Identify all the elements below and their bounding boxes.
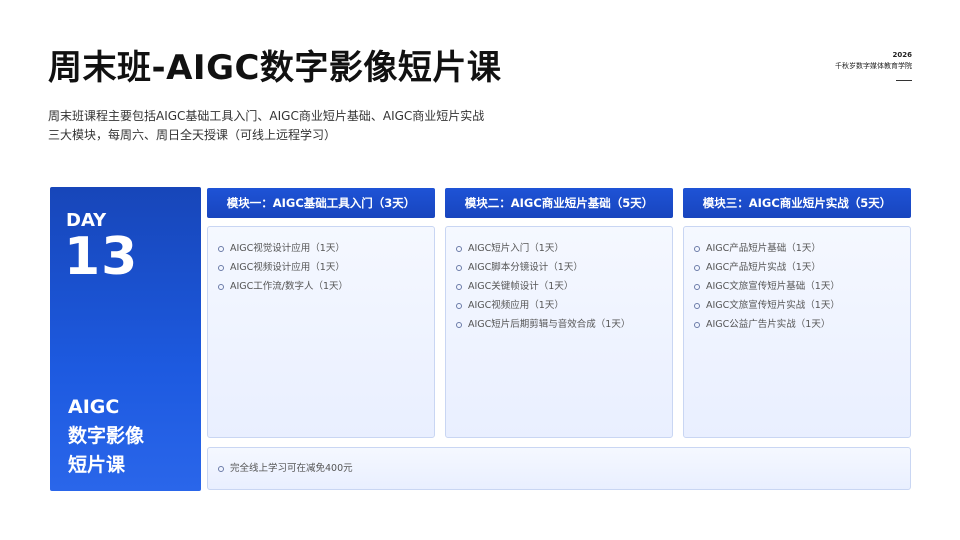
list-item-text: AIGC产品短片基础（1天） bbox=[706, 243, 821, 254]
brand-divider bbox=[896, 80, 912, 81]
module-1-list: AIGC视觉设计应用（1天） AIGC视频设计应用（1天） AIGC工作流/数字… bbox=[207, 226, 435, 438]
brand-name: 千秋岁数字媒体教育学院 bbox=[835, 62, 912, 70]
bullet-icon bbox=[218, 465, 224, 472]
list-item-text: AIGC产品短片实战（1天） bbox=[706, 262, 821, 273]
list-item-text: AIGC视频设计应用（1天） bbox=[230, 262, 345, 273]
list-item: AIGC短片后期剪辑与音效合成（1天） bbox=[456, 315, 662, 334]
bullet-icon bbox=[694, 321, 700, 328]
bullet-icon bbox=[218, 283, 224, 290]
list-item-text: AIGC文旅宣传短片基础（1天） bbox=[706, 281, 840, 292]
list-item-text: AIGC公益广告片实战（1天） bbox=[706, 319, 831, 330]
bullet-icon bbox=[456, 302, 462, 309]
bullet-icon bbox=[694, 245, 700, 252]
bullet-icon bbox=[456, 245, 462, 252]
bullet-icon bbox=[218, 245, 224, 252]
footer-note-text: 完全线上学习可在减免400元 bbox=[230, 463, 353, 474]
day-subtitle-line: 数字影像 bbox=[68, 425, 145, 447]
module-3-list: AIGC产品短片基础（1天） AIGC产品短片实战（1天） AIGC文旅宣传短片… bbox=[683, 226, 911, 438]
list-item-text: AIGC短片后期剪辑与音效合成（1天） bbox=[468, 319, 631, 330]
module-3-header: 模块三：AIGC商业短片实战（5天） bbox=[683, 188, 911, 218]
list-item: AIGC文旅宣传短片基础（1天） bbox=[694, 277, 900, 296]
footer-note-box: 完全线上学习可在减免400元 bbox=[207, 447, 911, 490]
module-2-header: 模块二：AIGC商业短片基础（5天） bbox=[445, 188, 673, 218]
list-item: AIGC关键帧设计（1天） bbox=[456, 277, 662, 296]
list-item-text: AIGC关键帧设计（1天） bbox=[468, 281, 574, 292]
list-item-text: AIGC文旅宣传短片实战（1天） bbox=[706, 300, 840, 311]
bullet-icon bbox=[694, 283, 700, 290]
list-item: AIGC文旅宣传短片实战（1天） bbox=[694, 296, 900, 315]
list-item: AIGC短片入门（1天） bbox=[456, 239, 662, 258]
module-2-list: AIGC短片入门（1天） AIGC脚本分镜设计（1天） AIGC关键帧设计（1天… bbox=[445, 226, 673, 438]
list-item-text: AIGC工作流/数字人（1天） bbox=[230, 281, 349, 292]
list-item: AIGC脚本分镜设计（1天） bbox=[456, 258, 662, 277]
list-item: AIGC视频设计应用（1天） bbox=[218, 258, 424, 277]
list-item: AIGC视觉设计应用（1天） bbox=[218, 239, 424, 258]
list-item: AIGC视频应用（1天） bbox=[456, 296, 662, 315]
page-title: 周末班-AIGC数字影像短片课 bbox=[48, 48, 502, 88]
bullet-icon bbox=[218, 264, 224, 271]
list-item-text: AIGC脚本分镜设计（1天） bbox=[468, 262, 583, 273]
list-item: AIGC产品短片基础（1天） bbox=[694, 239, 900, 258]
list-item-text: AIGC视觉设计应用（1天） bbox=[230, 243, 345, 254]
list-item: AIGC公益广告片实战（1天） bbox=[694, 315, 900, 334]
list-item-text: AIGC视频应用（1天） bbox=[468, 300, 564, 311]
course-description: 周末班课程主要包括AIGC基础工具入门、AIGC商业短片基础、AIGC商业短片实… bbox=[48, 109, 485, 142]
brand-block: 2026 千秋岁数字媒体教育学院 bbox=[835, 50, 912, 81]
bullet-icon bbox=[694, 264, 700, 271]
bullet-icon bbox=[694, 302, 700, 309]
day-card-subtitle: AIGC 数字影像 短片课 bbox=[68, 393, 144, 480]
day-subtitle-line: AIGC bbox=[68, 396, 120, 418]
day-card: DAY 13 AIGC 数字影像 短片课 bbox=[50, 187, 201, 491]
list-item: AIGC产品短片实战（1天） bbox=[694, 258, 900, 277]
bullet-icon bbox=[456, 264, 462, 271]
module-1-header: 模块一：AIGC基础工具入门（3天） bbox=[207, 188, 435, 218]
footer-note: 完全线上学习可在减免400元 bbox=[218, 459, 353, 478]
brand-year: 2026 bbox=[892, 51, 912, 59]
day-number: 13 bbox=[64, 227, 139, 287]
bullet-icon bbox=[456, 283, 462, 290]
bullet-icon bbox=[456, 321, 462, 328]
list-item-text: AIGC短片入门（1天） bbox=[468, 243, 564, 254]
list-item: AIGC工作流/数字人（1天） bbox=[218, 277, 424, 296]
day-subtitle-line: 短片课 bbox=[68, 454, 126, 476]
